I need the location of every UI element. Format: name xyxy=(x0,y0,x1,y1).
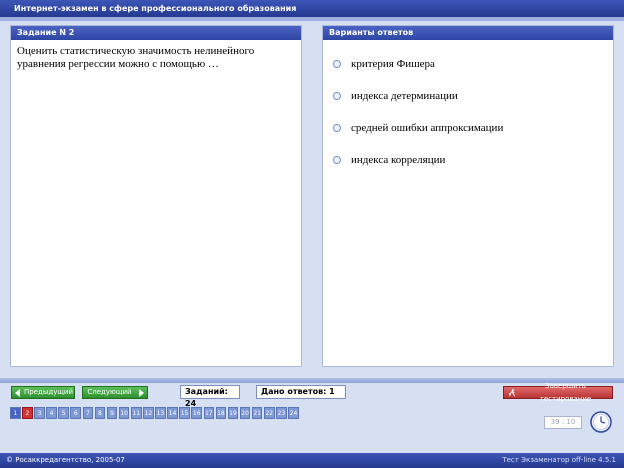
radio-icon[interactable] xyxy=(333,156,341,164)
page-button-24[interactable]: 24 xyxy=(288,407,299,419)
version-text: Тест Экзаменатор off-line 4.5.1 xyxy=(502,456,616,464)
page-button-18[interactable]: 18 xyxy=(215,407,227,419)
page-button-19[interactable]: 19 xyxy=(227,407,239,419)
arrow-left-icon xyxy=(15,388,20,397)
app-title: Интернет-экзамен в сфере профессионально… xyxy=(0,0,624,17)
answer-label: средней ошибки аппроксимации xyxy=(351,122,504,134)
answer-option-1[interactable]: критерия Фишера xyxy=(333,58,435,70)
page-button-11[interactable]: 11 xyxy=(130,407,142,419)
answers-given-count: Дано ответов: 1 xyxy=(256,385,346,399)
page-button-14[interactable]: 14 xyxy=(167,407,178,419)
answer-label: критерия Фишера xyxy=(351,58,435,70)
page-button-17[interactable]: 17 xyxy=(203,407,215,419)
status-bar: © Росаккредагентство, 2005-07 Тест Экзам… xyxy=(0,453,624,468)
page-button-10[interactable]: 10 xyxy=(118,407,130,419)
prev-button[interactable]: Предыдущий xyxy=(11,386,75,399)
page-button-16[interactable]: 16 xyxy=(191,407,202,419)
page-button-15[interactable]: 15 xyxy=(179,407,190,419)
page-button-20[interactable]: 20 xyxy=(239,407,251,419)
clock-icon xyxy=(590,411,612,433)
task-pager: 1 2 3 4 5 6 7 8 9 10 11 12 13 14 15 16 1… xyxy=(10,407,300,419)
page-button-8[interactable]: 8 xyxy=(94,407,106,419)
copyright-text: © Росаккредагентство, 2005-07 xyxy=(6,456,125,464)
page-button-22[interactable]: 22 xyxy=(263,407,275,419)
page-button-23[interactable]: 23 xyxy=(276,407,287,419)
answers-header: Варианты ответов xyxy=(323,26,613,40)
answer-label: индекса корреляции xyxy=(351,154,446,166)
timer-display: 39 : 10 xyxy=(544,416,582,429)
tasks-count: Заданий: 24 xyxy=(180,385,240,408)
answer-option-3[interactable]: средней ошибки аппроксимации xyxy=(333,122,503,134)
answer-label: индекса детерминации xyxy=(351,90,458,102)
page-button-5[interactable]: 5 xyxy=(58,407,69,419)
answer-option-4[interactable]: индекса корреляции xyxy=(333,154,445,166)
radio-icon[interactable] xyxy=(333,60,341,68)
title-accent-bar xyxy=(0,17,624,21)
arrow-right-icon xyxy=(139,388,144,397)
page-button-21[interactable]: 21 xyxy=(251,407,263,419)
page-button-13[interactable]: 13 xyxy=(155,407,166,419)
running-man-icon xyxy=(508,388,516,396)
radio-icon[interactable] xyxy=(333,92,341,100)
question-header: Задание N 2 xyxy=(11,26,301,40)
question-panel: Задание N 2 Оценить статистическую значи… xyxy=(10,25,302,367)
page-button-1[interactable]: 1 xyxy=(10,407,21,419)
question-text: Оценить статистическую значимость нелине… xyxy=(17,45,255,70)
finish-test-button[interactable]: Завершить тестирование xyxy=(503,382,613,403)
next-button[interactable]: Следующий xyxy=(82,386,148,399)
page-button-6[interactable]: 6 xyxy=(70,407,82,419)
page-button-4[interactable]: 4 xyxy=(46,407,57,419)
page-button-2[interactable]: 2 xyxy=(22,407,33,419)
answers-panel: Варианты ответов критерия Фишера индекса… xyxy=(322,25,614,367)
radio-icon[interactable] xyxy=(333,124,341,132)
answer-option-2[interactable]: индекса детерминации xyxy=(333,90,458,102)
page-button-3[interactable]: 3 xyxy=(34,407,45,419)
page-button-12[interactable]: 12 xyxy=(143,407,154,419)
page-button-9[interactable]: 9 xyxy=(106,407,118,419)
page-button-7[interactable]: 7 xyxy=(82,407,94,419)
